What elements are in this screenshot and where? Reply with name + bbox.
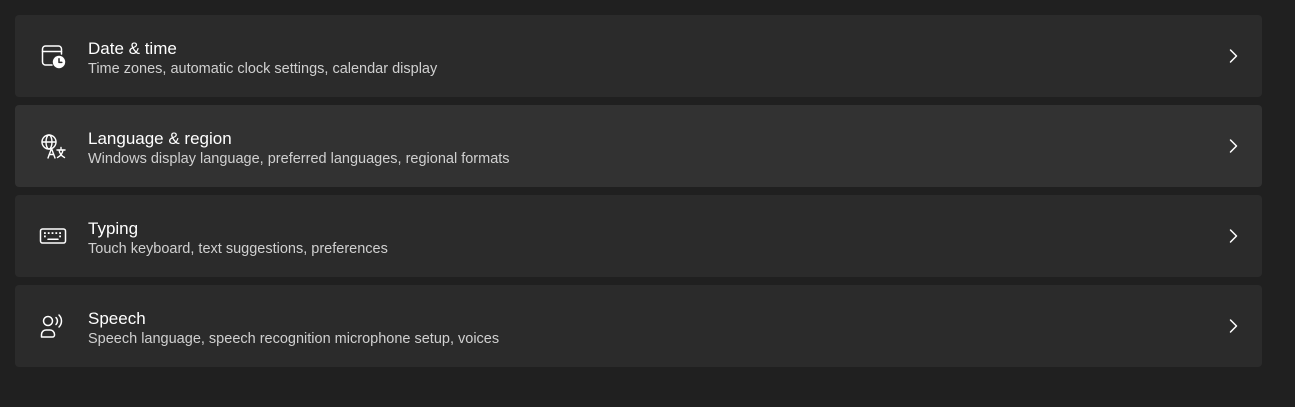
card-subtitle: Windows display language, preferred lang…: [88, 151, 510, 167]
card-title: Date & time: [88, 39, 177, 58]
typing-card[interactable]: Typing Touch keyboard, text suggestions,…: [15, 195, 1262, 277]
card-title: Speech: [88, 309, 146, 328]
speech-card[interactable]: Speech Speech language, speech recogniti…: [15, 285, 1262, 367]
date-time-card[interactable]: Date & time Time zones, automatic clock …: [15, 15, 1262, 97]
card-title: Typing: [88, 219, 139, 238]
language-region-card[interactable]: Language & region Windows display langua…: [15, 105, 1262, 187]
card-subtitle: Time zones, automatic clock settings, ca…: [88, 61, 438, 77]
card-subtitle: Speech language, speech recognition micr…: [88, 331, 500, 347]
speech-icon: [39, 312, 67, 340]
chevron-right-icon: [1223, 46, 1243, 66]
settings-page: Date & time Time zones, automatic clock …: [0, 0, 1295, 407]
chevron-right-icon: [1223, 136, 1243, 156]
keyboard-icon: [39, 222, 67, 250]
card-title: Language & region: [88, 129, 232, 148]
chevron-right-icon: [1223, 226, 1243, 246]
calendar-clock-icon: [39, 42, 67, 70]
card-subtitle: Touch keyboard, text suggestions, prefer…: [88, 241, 388, 257]
chevron-right-icon: [1223, 316, 1243, 336]
globe-language-icon: [39, 132, 67, 160]
